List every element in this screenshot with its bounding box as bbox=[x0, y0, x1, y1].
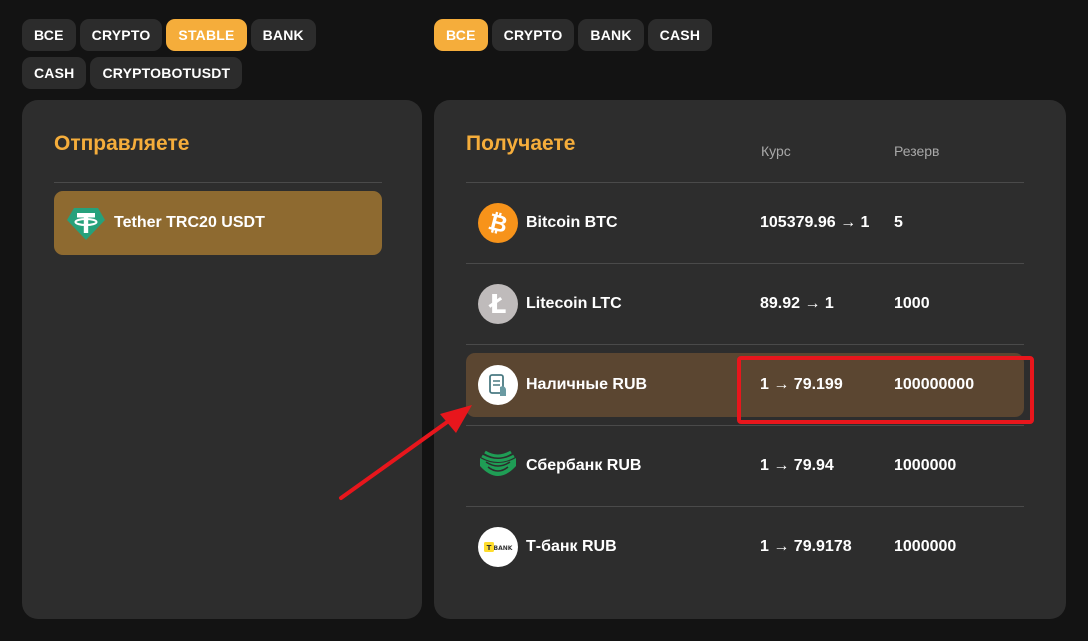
annotation-arrow bbox=[339, 405, 472, 500]
